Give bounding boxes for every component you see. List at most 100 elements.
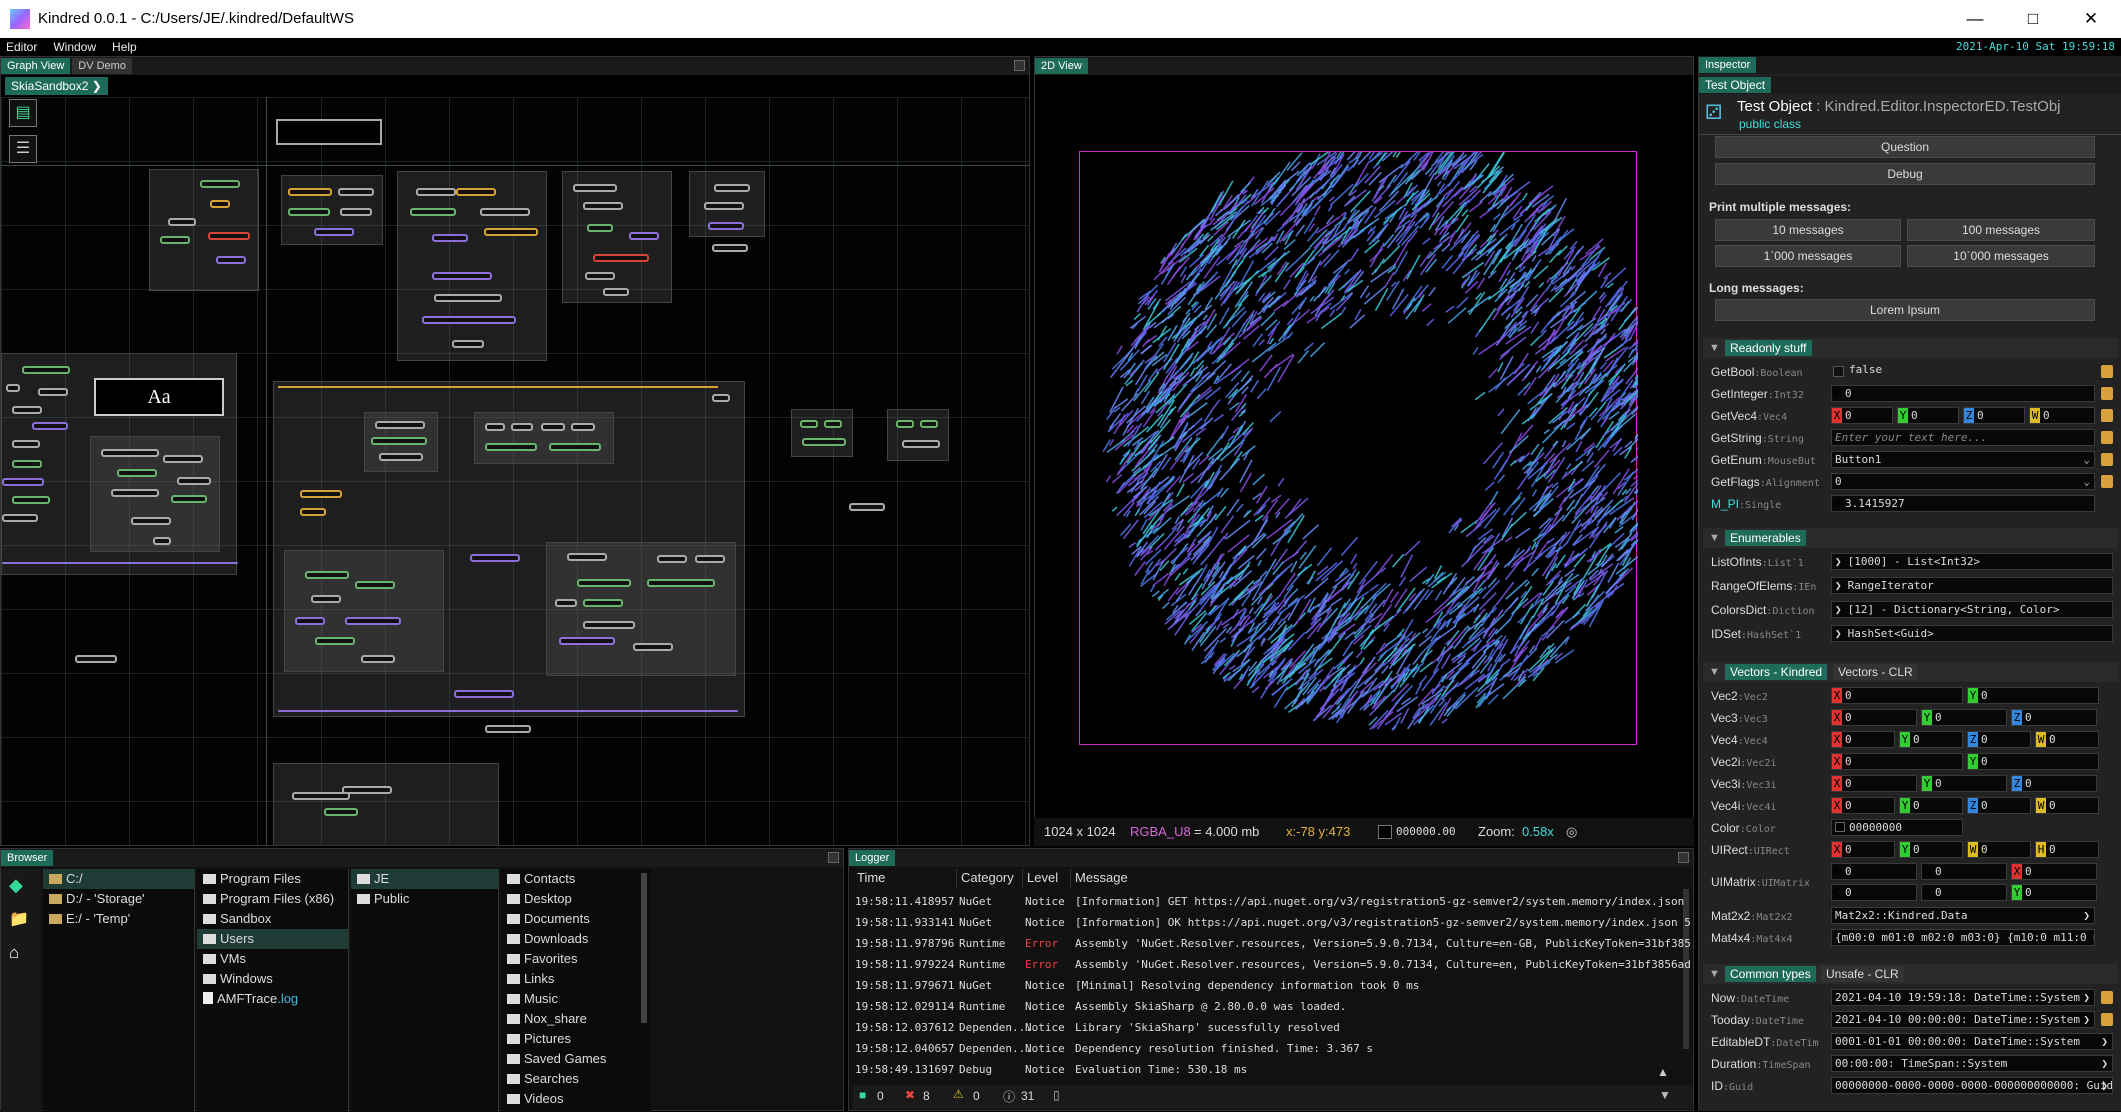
value-field[interactable]: 2021-04-10 19:59:18: DateTime::System❯ (1831, 989, 2095, 1006)
trash-icon[interactable]: ▯ (1053, 1088, 1060, 1102)
axis-field[interactable]: Z0 (1967, 797, 2031, 814)
folder-item[interactable]: Desktop (501, 889, 651, 909)
axis-field[interactable]: Y0 (1967, 687, 2099, 704)
log-row[interactable]: 19:58:11.979224RuntimeErrorAssembly 'NuG… (853, 954, 1691, 975)
node-group[interactable] (397, 171, 547, 361)
folder-column[interactable]: ContactsDesktopDocumentsDownloadsFavorit… (501, 869, 651, 1112)
folder-item[interactable]: JE (351, 869, 498, 889)
axis-field[interactable]: W0 (2035, 731, 2099, 748)
col-time[interactable]: Time (853, 869, 957, 887)
menu-help[interactable]: Help (112, 38, 137, 56)
graph-comment-box[interactable] (276, 119, 382, 145)
menu-editor[interactable]: Editor (6, 38, 37, 56)
value-field[interactable]: Enter your text here... (1831, 429, 2095, 446)
folder-item[interactable]: Searches (501, 1069, 651, 1089)
print-10-button[interactable]: 10 messages (1715, 219, 1901, 241)
folder-item[interactable]: C:/ (43, 869, 194, 889)
axis-field[interactable]: #3.1415927 (1831, 495, 2095, 512)
folder-item[interactable]: Contacts (501, 869, 651, 889)
node-group[interactable] (281, 175, 383, 245)
axis-field[interactable]: W0 (2035, 797, 2099, 814)
log-row[interactable]: 19:58:11.418957NuGetNotice[Information] … (853, 891, 1691, 912)
folder-item[interactable]: Windows (197, 969, 348, 989)
value-field[interactable]: Button1⌄ (1831, 451, 2095, 468)
tab-vectors-clr[interactable]: Vectors - CLR (1833, 664, 1918, 680)
menu-tool-icon[interactable]: ☰ (9, 135, 37, 163)
axis-field[interactable]: Y0 (1921, 709, 2007, 726)
print-1000-button[interactable]: 1`000 messages (1715, 245, 1901, 267)
axis-field[interactable]: #0 (1831, 385, 2095, 402)
axis-field[interactable]: Y0 (1897, 407, 1959, 424)
axis-field[interactable]: C0 (1831, 884, 1917, 901)
value-field[interactable]: 00:00:00: TimeSpan::System❯ (1831, 1055, 2113, 1072)
folder-item[interactable]: Documents (501, 909, 651, 929)
error-icon[interactable]: ✖ (905, 1088, 915, 1102)
axis-field[interactable]: Z0 (2011, 775, 2097, 792)
axis-field[interactable]: X0 (1831, 775, 1917, 792)
panel-close-icon[interactable] (828, 852, 839, 863)
folder-column[interactable]: JEPublic (351, 869, 499, 1112)
drives-column[interactable]: C:/D:/ - 'Storage'E:/ - 'Temp' (43, 869, 195, 1112)
value-field[interactable]: Mat2x2::Kindred.Data❯ (1831, 907, 2095, 924)
graph-canvas[interactable]: ▤ ☰ Aa (1, 97, 1030, 846)
tab-dv-demo[interactable]: DV Demo (72, 58, 132, 74)
value-field[interactable]: 0⌄ (1831, 473, 2095, 490)
expand-arrow-icon[interactable]: ❯ (2101, 1056, 2108, 1071)
col-category[interactable]: Category (957, 869, 1023, 887)
folder-item[interactable]: Public (351, 889, 498, 909)
axis-field[interactable]: Y0 (1921, 775, 2007, 792)
section-vectors[interactable]: ▼Vectors - KindredVectors - CLR (1703, 662, 2118, 682)
warning-icon[interactable]: ⚠ (953, 1087, 964, 1101)
maximize-button[interactable]: □ (2004, 0, 2062, 38)
axis-field[interactable]: X0 (1831, 797, 1895, 814)
home-icon[interactable]: ⌂ (9, 943, 33, 965)
axis-field[interactable]: X0 (1831, 709, 1917, 726)
tab-browser[interactable]: Browser (1, 850, 53, 866)
expand-arrow-icon[interactable]: ❯ (1835, 603, 1842, 616)
expand-arrow-icon[interactable]: ❯ (2083, 1012, 2090, 1027)
expand-arrow-icon[interactable]: ❯ (2101, 1078, 2108, 1093)
axis-field[interactable]: A0 (1831, 863, 1917, 880)
log-row[interactable]: 19:58:49.131697DebugNoticeEvaluation Tim… (853, 1059, 1691, 1080)
value-field[interactable]: 2021-04-10 00:00:00: DateTime::System❯ (1831, 1011, 2095, 1028)
folder-item[interactable]: Favorites (501, 949, 651, 969)
notes-tool-icon[interactable]: ▤ (9, 99, 37, 127)
tab-graph-view[interactable]: Graph View (1, 58, 70, 74)
info-icon[interactable]: ⓘ (1003, 1088, 1015, 1105)
axis-field[interactable]: Z0 (1963, 407, 2025, 424)
node-group[interactable] (273, 763, 499, 846)
folder-item[interactable]: Program Files (197, 869, 348, 889)
node-group[interactable] (149, 169, 259, 291)
axis-field[interactable]: X0 (1831, 407, 1893, 424)
value-field[interactable]: {m00:0 m01:0 m02:0 m03:0} {m10:0 m11:0 m… (1831, 929, 2095, 946)
axis-field[interactable]: Z0 (2011, 709, 2097, 726)
axis-field[interactable]: X0 (1831, 841, 1895, 858)
tab-inspector[interactable]: Inspector (1699, 57, 1756, 73)
panel-close-icon[interactable] (1678, 852, 1689, 863)
log-row[interactable]: 19:58:12.029114RuntimeNoticeAssembly Ski… (853, 996, 1691, 1017)
text-node[interactable]: Aa (94, 378, 224, 416)
panel-close-icon[interactable] (1014, 60, 1025, 71)
section-enumerables[interactable]: ▼Enumerables (1703, 528, 2118, 548)
axis-field[interactable]: X0 (1831, 731, 1895, 748)
axis-field[interactable]: Y0 (1899, 841, 1963, 858)
folder-item[interactable]: Nox_share (501, 1009, 651, 1029)
axis-field[interactable]: H0 (2035, 841, 2099, 858)
tab-test-object[interactable]: Test Object (1699, 77, 1771, 93)
breadcrumb[interactable]: SkiaSandbox2 ❯ (5, 77, 108, 95)
axis-field[interactable]: Z0 (1967, 731, 2031, 748)
close-button[interactable]: ✕ (2062, 0, 2120, 38)
axis-field[interactable]: D0 (1921, 884, 2007, 901)
log-row[interactable]: 19:58:11.978796RuntimeErrorAssembly 'NuG… (853, 933, 1691, 954)
log-row[interactable]: 19:58:12.040657Dependen...NoticeDependen… (853, 1038, 1691, 1059)
folder-item[interactable]: Videos (501, 1089, 651, 1109)
menu-window[interactable]: Window (53, 38, 96, 56)
axis-field[interactable]: X0 (1831, 687, 1963, 704)
value-field[interactable]: 00000000 (1831, 819, 1963, 836)
tab-vectors-kindred[interactable]: Vectors - Kindred (1725, 664, 1827, 680)
node-group[interactable]: Aa (1, 353, 237, 575)
minimize-button[interactable]: — (1946, 0, 2004, 38)
tab-logger[interactable]: Logger (849, 850, 895, 866)
value-field[interactable]: ❯HashSet<Guid> (1831, 625, 2113, 642)
folder-item[interactable]: Users (197, 929, 348, 949)
